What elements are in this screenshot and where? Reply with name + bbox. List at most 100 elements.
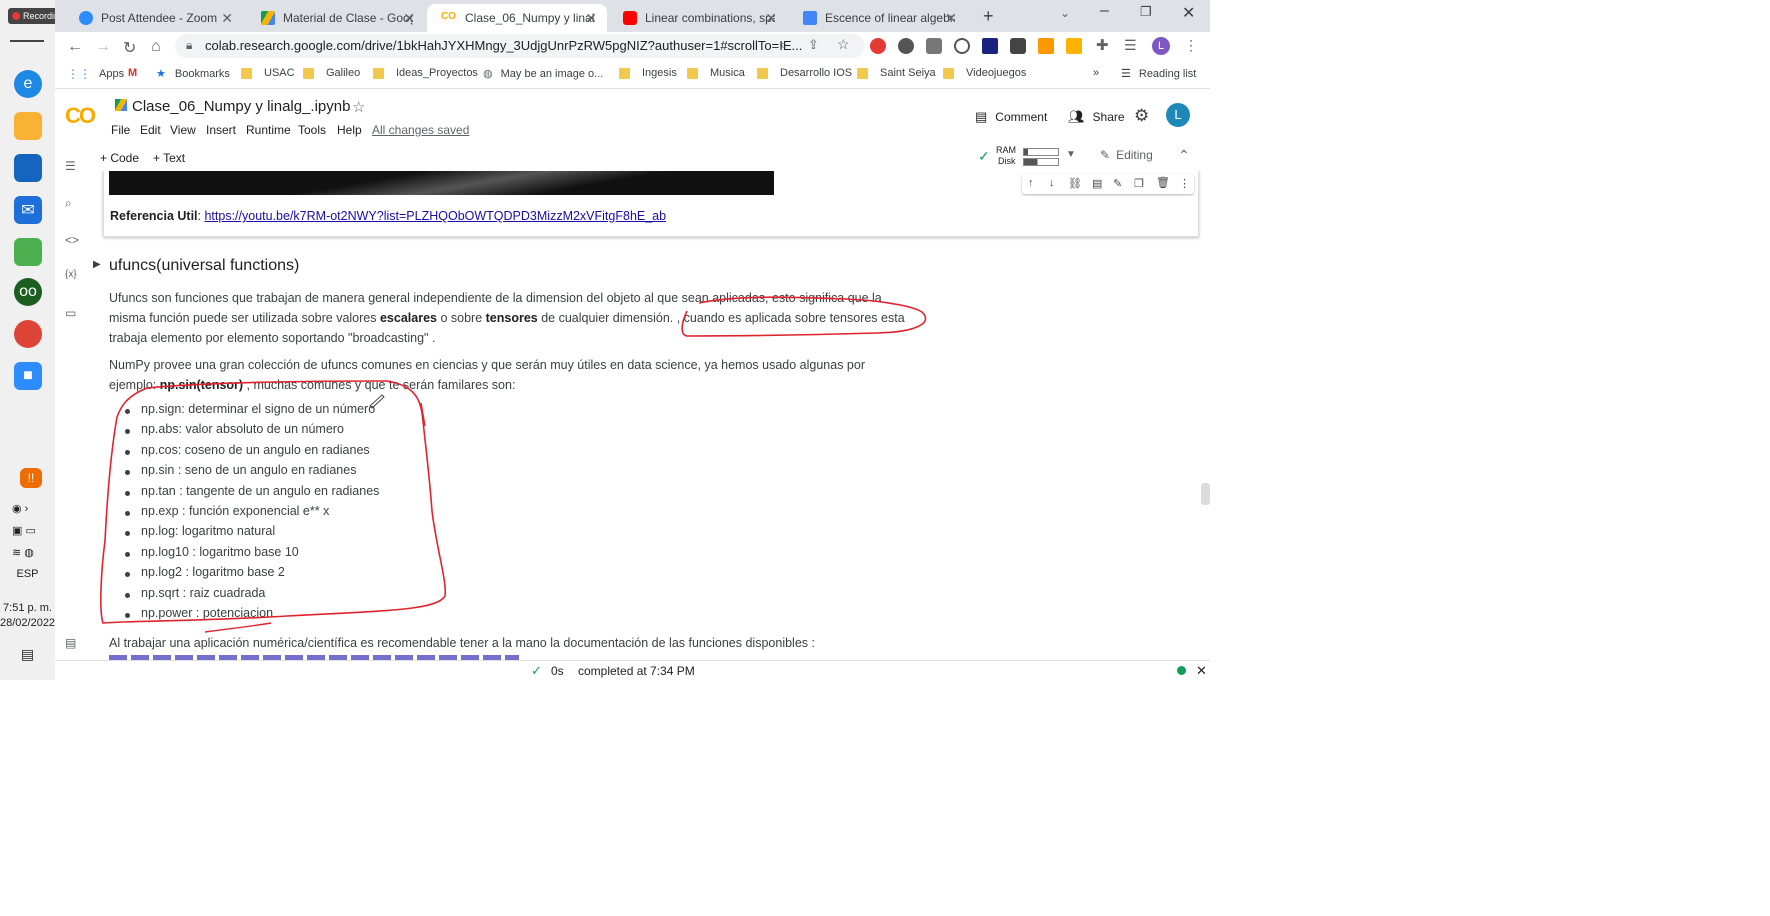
zoom-lens-icon[interactable]: ⌕ [780,37,787,53]
bookmark-ideas[interactable]: Ideas_Proyectos [373,67,478,79]
ram-bar[interactable] [1023,148,1059,156]
forward-icon[interactable]: → [95,38,111,56]
restore-icon[interactable]: ❐ [1140,4,1152,20]
url-text[interactable]: colab.research.google.com/drive/1bkHahJY… [205,38,802,53]
files-folder-icon[interactable]: ▭ [65,306,76,320]
bookmark-may-be[interactable]: ◍ May be an image o... [483,67,603,81]
star-icon[interactable]: ☆ [352,98,365,116]
close-icon[interactable]: ✕ [765,10,777,27]
search-icon[interactable]: ⌕ [65,196,72,211]
menu-tools[interactable]: Tools [298,123,326,137]
table-of-contents-icon[interactable]: ☰ [65,159,76,173]
menu-view[interactable]: View [170,123,196,137]
new-tab-icon[interactable]: + [983,6,994,27]
comment-button[interactable]: ▤ Comment [975,109,1047,125]
reading-list[interactable]: ☰ Reading list [1121,67,1197,81]
close-status-icon[interactable]: ✕ [1196,663,1207,679]
settings-gear-icon[interactable]: ⚙ [1134,106,1149,126]
notebook-content: ↑ ↓ ⛓︎ ▤ ✎ ❐ 🗑︎ ⋮ Referencia Util: https… [87,171,1210,660]
profile-avatar[interactable]: L [1152,37,1170,55]
back-icon[interactable]: ← [67,38,83,56]
extension-icon[interactable] [954,38,970,54]
language-indicator[interactable]: ESP [0,568,55,580]
drive-icon[interactable] [115,99,127,111]
action-center-icon[interactable]: ▤ [0,646,55,663]
variables-icon[interactable]: {x} [65,269,77,280]
account-avatar[interactable]: L [1166,103,1190,127]
bookmark-ios[interactable]: Desarrollo IOS [757,67,852,79]
menu-insert[interactable]: Insert [206,123,236,137]
clock-time[interactable]: 7:51 p. m. [0,602,55,614]
cell-toolbar: + Code + Text ✓ RAM Disk ▼ ✎ Editing ⌃ [55,145,1210,172]
puzzle-icon[interactable]: ✚ [1096,36,1109,54]
menu-file[interactable]: File [111,123,130,137]
bookmark-ingesis[interactable]: Ingesis [619,67,677,79]
chrome-icon[interactable] [14,320,42,348]
extension-icon[interactable] [1010,38,1026,54]
minimize-icon[interactable]: – [1100,2,1109,20]
extension-icon[interactable] [1066,38,1082,54]
save-status[interactable]: All changes saved [372,123,469,137]
menu-help[interactable]: Help [337,123,362,137]
tab-colab[interactable]: CO Clase_06_Numpy y linalg_ ✕ [427,4,607,32]
code-snippets-icon[interactable]: <> [65,233,79,247]
zoom-taskbar-icon[interactable]: ■ [14,362,42,390]
edge-icon[interactable]: e [14,70,42,98]
editing-mode-button[interactable]: ✎ Editing [1100,148,1153,162]
bookmark-gmail[interactable]: M [128,67,137,79]
app-icon[interactable] [14,238,42,266]
bookmark-musica[interactable]: Musica [687,67,745,79]
share-page-icon[interactable]: ⇪ [808,37,819,53]
home-icon[interactable]: ⌂ [151,38,161,56]
tab-docs[interactable]: Escence of linear algebra.d ✕ [789,4,967,32]
add-code-button[interactable]: + Code [100,151,139,165]
reload-icon[interactable]: ↻ [123,38,136,58]
close-icon[interactable]: ✕ [403,10,415,27]
extension-icon[interactable] [1038,38,1054,54]
close-icon[interactable]: ✕ [945,10,957,27]
lock-icon[interactable]: 🔒︎ [186,38,192,53]
adblock-icon[interactable] [870,38,886,54]
more-bookmarks-icon[interactable]: » [1093,67,1099,79]
share-button[interactable]: 👥︎ Share [1068,109,1125,125]
bookmark-videojuegos[interactable]: Videojuegos [943,67,1026,79]
menu-runtime[interactable]: Runtime [246,123,291,137]
star-icon[interactable]: ☆ [837,36,850,53]
file-explorer-icon[interactable] [14,112,42,140]
add-text-button[interactable]: + Text [153,151,185,165]
bookmark-saint-seiya[interactable]: Saint Seiya [857,67,936,79]
extension-icon[interactable] [982,38,998,54]
tray-icons[interactable]: ◉ › ▣ ▭ ≋ ◍ [12,498,48,559]
kebab-menu-icon[interactable]: ⋮ [1184,37,1198,54]
disk-bar[interactable] [1023,158,1059,166]
collapse-header-icon[interactable]: ⌃ [1178,147,1190,164]
media-icon[interactable]: ☰ [1124,37,1137,54]
bookmark-galileo[interactable]: Galileo [303,67,360,79]
reading-list-label: Reading list [1138,67,1197,80]
terminal-icon[interactable]: ▤ [65,636,76,650]
window-close-icon[interactable]: ✕ [1182,3,1195,23]
clock-date[interactable]: 28/02/2022 [0,617,55,629]
resources-dropdown-icon[interactable]: ▼ [1066,149,1076,160]
bookmark-apps[interactable]: ⋮⋮ Apps [67,67,124,81]
tab-zoom[interactable]: Post Attendee - Zoom ✕ [65,4,243,32]
store-icon[interactable] [14,154,42,182]
tab-youtube[interactable]: Linear combinations, span ✕ [609,4,787,32]
tripadvisor-icon[interactable]: oo [14,278,42,306]
notebook-title[interactable]: Clase_06_Numpy y linalg_.ipynb [132,98,350,115]
notification-icon[interactable]: !! [20,468,42,488]
extension-icon[interactable] [926,38,942,54]
scrollbar-thumb[interactable] [1201,483,1210,505]
menu-edit[interactable]: Edit [140,123,161,137]
colab-logo[interactable]: CO [65,103,96,129]
mail-icon[interactable]: ✉ [14,196,42,224]
tab-drive[interactable]: Material de Clase - Google ✕ [247,4,425,32]
close-icon[interactable]: ✕ [585,10,597,27]
address-bar[interactable]: 🔒︎ colab.research.google.com/drive/1bkHa… [175,34,865,58]
tab-search-icon[interactable]: ⌄ [1060,6,1070,20]
bookmark-usac[interactable]: USAC [241,67,295,79]
close-icon[interactable]: ✕ [221,10,233,27]
tab-label: Post Attendee - Zoom [101,11,218,25]
extension-icon[interactable] [898,38,914,54]
bookmark-bookmarks[interactable]: ★ Bookmarks [156,67,230,81]
